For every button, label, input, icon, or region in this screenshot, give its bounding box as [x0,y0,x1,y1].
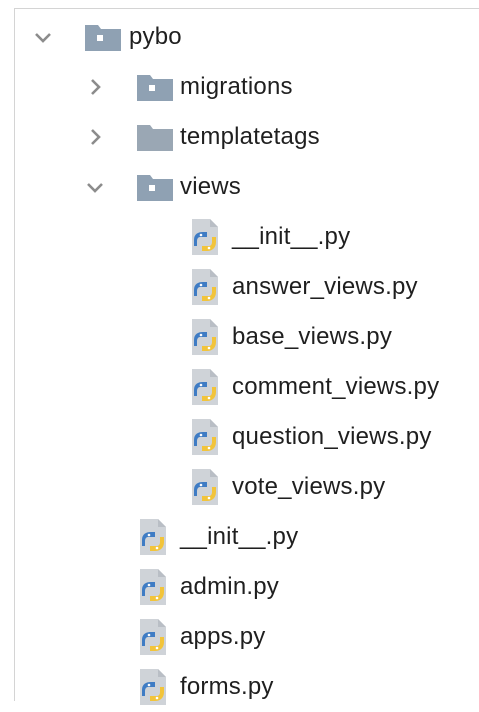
tree-file-apps[interactable]: apps.py [0,612,479,662]
tree-node-label: templatetags [180,123,320,150]
chevron-down-icon[interactable] [84,176,106,198]
tree-file-label: question_views.py [232,423,432,450]
python-file-icon [140,619,166,655]
folder-icon [85,25,121,51]
chevron-right-icon[interactable] [84,126,106,148]
tree-file-label: forms.py [180,673,274,700]
tree-node-views[interactable]: views [0,162,479,212]
tree-file-label: __init__.py [180,523,299,550]
tree-file-comment-views[interactable]: comment_views.py [0,362,479,412]
folder-icon [137,75,173,101]
folder-icon [137,175,173,201]
tree-node-label: pybo [129,23,182,50]
tree-file-label: apps.py [180,623,266,650]
folder-icon [137,125,173,151]
chevron-down-icon[interactable] [32,26,54,48]
tree-file-label: answer_views.py [232,273,418,300]
python-file-icon [192,469,218,505]
tree-file-label: base_views.py [232,323,393,350]
tree-file-question-views[interactable]: question_views.py [0,412,479,462]
tree-node-pybo[interactable]: pybo [0,12,479,62]
tree-file-init-pybo[interactable]: __init__.py [0,512,479,562]
tree-node-label: migrations [180,73,293,100]
python-file-icon [192,269,218,305]
tree-file-label: __init__.py [232,223,351,250]
tree-file-init-views[interactable]: __init__.py [0,212,479,262]
python-file-icon [192,219,218,255]
tree-file-label: admin.py [180,573,279,600]
project-tree: pybo migrations templatetags views __ini… [0,0,479,705]
python-file-icon [140,569,166,605]
tree-file-label: comment_views.py [232,373,440,400]
tree-node-templatetags[interactable]: templatetags [0,112,479,162]
tree-file-admin[interactable]: admin.py [0,562,479,612]
tree-node-label: views [180,173,242,200]
tree-node-migrations[interactable]: migrations [0,62,479,112]
tree-file-label: vote_views.py [232,473,386,500]
python-file-icon [192,419,218,455]
tree-file-answer-views[interactable]: answer_views.py [0,262,479,312]
tree-file-base-views[interactable]: base_views.py [0,312,479,362]
chevron-right-icon[interactable] [84,76,106,98]
python-file-icon [140,519,166,555]
python-file-icon [192,319,218,355]
tree-file-forms[interactable]: forms.py [0,662,479,712]
tree-file-vote-views[interactable]: vote_views.py [0,462,479,512]
python-file-icon [192,369,218,405]
python-file-icon [140,669,166,705]
